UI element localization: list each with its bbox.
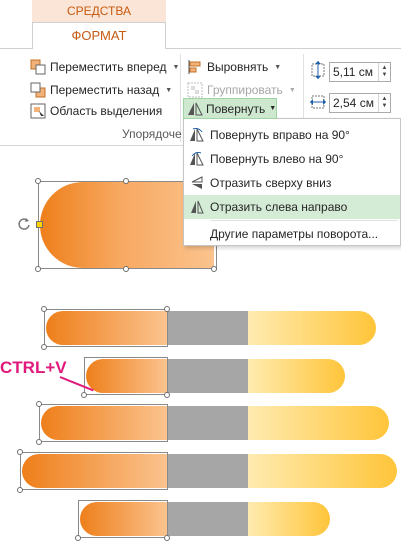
align-label: Выровнять <box>207 60 269 74</box>
bring-forward-button[interactable]: Переместить вперед ▼ <box>30 57 179 77</box>
bring-forward-icon <box>30 59 46 75</box>
chevron-down-icon[interactable]: ▼ <box>289 87 296 94</box>
bar-gray-segment <box>167 454 248 488</box>
chevron-down-icon[interactable]: ▼ <box>172 64 179 71</box>
rotate-button[interactable]: Повернуть ▼ <box>183 98 277 119</box>
bar-right-segment <box>248 502 330 536</box>
height-stepper[interactable]: ▲ ▼ <box>378 63 390 81</box>
shape-width-value[interactable]: 2,54 см <box>330 94 378 112</box>
drawing-tools-context-tab: СРЕДСТВА РИСОВАНИЯ <box>32 0 166 40</box>
bar-right-segment <box>248 311 376 345</box>
bar-gray-segment <box>167 359 248 393</box>
menu-item-rotate-left[interactable]: Повернуть влево на 90° <box>184 147 400 171</box>
adjust-handle[interactable] <box>36 221 43 228</box>
rotation-handle-icon[interactable] <box>17 217 31 231</box>
menu-item-label: Другие параметры поворота... <box>210 227 379 241</box>
send-backward-button[interactable]: Переместить назад ▼ <box>30 80 172 100</box>
resize-handle[interactable] <box>164 535 170 541</box>
bar-gray-segment <box>167 406 248 440</box>
selection-box <box>84 357 168 395</box>
menu-item-label: Отразить сверху вниз <box>210 176 332 190</box>
bring-forward-label: Переместить вперед <box>50 60 167 74</box>
chevron-down-icon[interactable]: ▼ <box>165 87 172 94</box>
bar-gray-segment <box>167 502 248 536</box>
group-label: Группировать <box>207 83 283 97</box>
group-button[interactable]: Группировать ▼ <box>187 80 296 100</box>
resize-handle[interactable] <box>75 535 81 541</box>
tab-format[interactable]: ФОРМАТ <box>32 22 166 49</box>
arrange-group-label: Упорядоче <box>122 127 182 141</box>
resize-handle[interactable] <box>41 306 47 312</box>
shape-width-icon <box>310 92 326 112</box>
rotate-label: Повернуть <box>206 101 266 116</box>
resize-handle[interactable] <box>164 306 170 312</box>
ctrl-v-annotation: CTRL+V <box>0 358 67 377</box>
resize-handle[interactable] <box>17 487 23 493</box>
rotate-left-icon <box>184 152 210 166</box>
shape-height-field[interactable]: 5,11 см ▲ ▼ <box>329 62 391 82</box>
resize-handle[interactable] <box>211 266 217 272</box>
selection-pane-icon <box>30 103 46 119</box>
flip-horizontal-icon <box>184 200 210 214</box>
group-icon <box>187 82 203 98</box>
chevron-down-icon[interactable]: ▼ <box>274 64 281 71</box>
resize-handle[interactable] <box>81 392 87 398</box>
selection-box <box>20 452 168 490</box>
shape-height-icon <box>310 60 326 80</box>
width-stepper[interactable]: ▲ ▼ <box>378 94 390 112</box>
bar-gray-segment <box>167 311 248 345</box>
selection-pane-button[interactable]: Область выделения <box>30 101 162 121</box>
align-icon <box>187 59 203 75</box>
selection-box <box>78 500 168 538</box>
resize-handle[interactable] <box>35 266 41 272</box>
rotate-menu: Повернуть вправо на 90° Повернуть влево … <box>183 118 401 246</box>
resize-handle[interactable] <box>41 344 47 350</box>
menu-item-more-rotation-options[interactable]: Другие параметры поворота... <box>184 222 400 246</box>
bar-right-segment <box>248 359 345 393</box>
shape-width-field[interactable]: 2,54 см ▲ ▼ <box>329 93 391 113</box>
shape-height-value[interactable]: 5,11 см <box>330 63 378 81</box>
resize-handle[interactable] <box>36 439 42 445</box>
selection-box <box>39 404 168 442</box>
rotate-right-icon <box>184 128 210 142</box>
resize-handle[interactable] <box>123 266 129 272</box>
resize-handle[interactable] <box>123 178 129 184</box>
menu-item-label: Повернуть вправо на 90° <box>210 128 350 142</box>
resize-handle[interactable] <box>36 401 42 407</box>
menu-item-flip-vertical[interactable]: Отразить сверху вниз <box>184 171 400 195</box>
resize-handle[interactable] <box>164 392 170 398</box>
chevron-down-icon[interactable]: ▼ <box>269 105 276 112</box>
menu-separator <box>210 220 398 221</box>
bar-right-segment <box>248 406 389 440</box>
menu-item-label: Повернуть влево на 90° <box>210 152 344 166</box>
resize-handle[interactable] <box>35 178 41 184</box>
selection-box <box>44 309 168 347</box>
align-button[interactable]: Выровнять ▼ <box>187 57 281 77</box>
resize-handle[interactable] <box>17 449 23 455</box>
menu-item-rotate-right[interactable]: Повернуть вправо на 90° <box>184 123 400 147</box>
send-backward-label: Переместить назад <box>50 83 160 97</box>
rotate-icon <box>187 101 203 117</box>
flip-vertical-icon <box>184 176 210 190</box>
menu-item-label: Отразить слева направо <box>210 200 348 214</box>
menu-item-flip-horizontal[interactable]: Отразить слева направо <box>184 195 400 219</box>
send-backward-icon <box>30 82 46 98</box>
bar-right-segment <box>248 454 397 488</box>
selection-pane-label: Область выделения <box>50 104 163 118</box>
